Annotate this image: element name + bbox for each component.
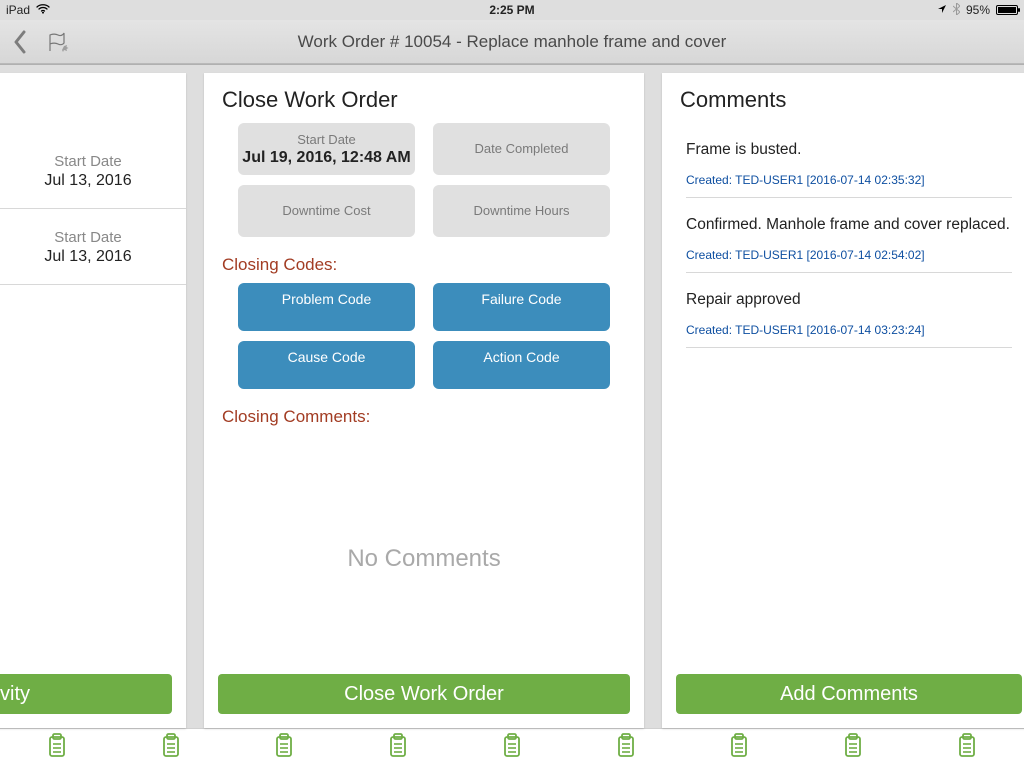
comment-1-text: Confirmed. Manhole frame and cover repla… [686,216,1012,234]
closing-comments-label: Closing Comments: [204,399,644,435]
tab-bar [0,728,1024,768]
field-date-completed-label: Date Completed [475,141,569,156]
tab-icon-8[interactable] [957,733,977,764]
code-problem[interactable]: Problem Code [238,283,415,331]
code-action-label: Action Code [483,349,559,365]
nav-bar: Work Order # 10054 - Replace manhole fra… [0,20,1024,64]
main-content: Start Date Jul 13, 2016 Start Date Jul 1… [0,65,1024,728]
no-comments-placeholder: No Comments [204,545,644,573]
comment-2-text: Repair approved [686,291,1012,309]
left-item-1-label: Start Date [0,229,186,246]
tab-icon-5[interactable] [616,733,636,764]
close-work-order-button[interactable]: Close Work Order [218,674,630,714]
code-action[interactable]: Action Code [433,341,610,389]
left-item-0-label: Start Date [0,153,186,170]
comment-0-meta: Created: TED-USER1 [2016-07-14 02:35:32] [686,173,1012,198]
comment-0-text: Frame is busted. [686,141,1012,159]
comment-1-meta: Created: TED-USER1 [2016-07-14 02:54:02] [686,248,1012,273]
page-title: Work Order # 10054 - Replace manhole fra… [0,32,1024,52]
code-problem-label: Problem Code [282,291,372,307]
comments-panel: Comments Frame is busted. Created: TED-U… [662,73,1024,728]
tab-icon-3[interactable] [388,733,408,764]
left-item-1-value: Jul 13, 2016 [0,248,186,266]
field-date-completed[interactable]: Date Completed [433,123,610,175]
comment-2[interactable]: Repair approved Created: TED-USER1 [2016… [662,273,1024,348]
left-activity-button[interactable]: tivity [0,674,172,714]
closing-codes-label: Closing Codes: [204,247,644,283]
code-cause[interactable]: Cause Code [238,341,415,389]
comment-0[interactable]: Frame is busted. Created: TED-USER1 [201… [662,123,1024,198]
field-downtime-hours-label: Downtime Hours [473,203,569,218]
comments-heading: Comments [662,73,1024,123]
field-start-date[interactable]: Start Date Jul 19, 2016, 12:48 AM [238,123,415,175]
battery-icon [996,5,1018,15]
field-downtime-cost[interactable]: Downtime Cost [238,185,415,237]
tab-icon-2[interactable] [274,733,294,764]
tab-icon-4[interactable] [502,733,522,764]
field-downtime-cost-label: Downtime Cost [282,203,370,218]
tab-icon-0[interactable] [47,733,67,764]
left-activity-button-label: tivity [0,683,30,706]
status-bar: iPad 2:25 PM 95% [0,0,1024,20]
tab-icon-1[interactable] [161,733,181,764]
tab-icon-7[interactable] [843,733,863,764]
left-panel: Start Date Jul 13, 2016 Start Date Jul 1… [0,73,186,728]
clock: 2:25 PM [0,3,1024,17]
comment-1[interactable]: Confirmed. Manhole frame and cover repla… [662,198,1024,273]
field-downtime-hours[interactable]: Downtime Hours [433,185,610,237]
add-comments-button[interactable]: Add Comments [676,674,1022,714]
close-work-order-panel: Close Work Order Start Date Jul 19, 2016… [204,73,644,728]
close-work-order-heading: Close Work Order [204,73,644,123]
left-item-1[interactable]: Start Date Jul 13, 2016 [0,209,186,285]
field-start-date-value: Jul 19, 2016, 12:48 AM [242,149,410,167]
code-failure[interactable]: Failure Code [433,283,610,331]
comment-2-meta: Created: TED-USER1 [2016-07-14 03:23:24] [686,323,1012,348]
tab-icon-6[interactable] [729,733,749,764]
close-work-order-button-label: Close Work Order [344,683,504,706]
left-item-0-value: Jul 13, 2016 [0,172,186,190]
left-item-0[interactable]: Start Date Jul 13, 2016 [0,133,186,209]
add-comments-button-label: Add Comments [780,683,918,706]
code-cause-label: Cause Code [288,349,366,365]
code-failure-label: Failure Code [481,291,561,307]
field-start-date-label: Start Date [297,132,356,147]
